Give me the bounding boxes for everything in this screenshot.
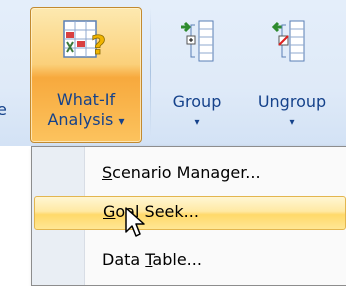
svg-text:?: ? xyxy=(91,31,106,61)
menu-item-label: Scenario Manager... xyxy=(102,163,261,182)
partial-label: e xyxy=(0,100,7,119)
group-button[interactable]: Group ▾ xyxy=(155,7,239,143)
what-if-analysis-button[interactable]: ? What-If Analysis ▾ xyxy=(30,7,142,143)
what-if-label-line2: Analysis ▾ xyxy=(47,110,125,129)
what-if-analysis-icon: ? xyxy=(63,20,106,61)
what-if-analysis-menu: Scenario Manager... Goal Seek... Data Ta… xyxy=(31,146,346,286)
mouse-pointer-icon xyxy=(125,207,145,237)
menu-item-goal-seek[interactable]: Goal Seek... xyxy=(34,196,346,230)
menu-item-label: Data Table... xyxy=(102,250,202,269)
ribbon-separator xyxy=(150,8,151,136)
ungroup-label: Ungroup xyxy=(257,92,327,111)
menu-item-data-table[interactable]: Data Table... xyxy=(34,244,346,278)
menu-item-scenario-manager[interactable]: Scenario Manager... xyxy=(34,157,346,191)
group-outline-icon xyxy=(181,20,214,62)
ungroup-outline-icon xyxy=(271,20,305,62)
group-label: Group xyxy=(172,92,222,111)
what-if-label-line1: What-If xyxy=(56,90,116,109)
ribbon-panel: e ? What-If Analysis ▾ Group ▾ Ungroup ▾ xyxy=(0,0,346,146)
dropdown-arrow-icon: ▾ xyxy=(289,117,295,128)
dropdown-arrow-icon: ▾ xyxy=(118,114,125,128)
dropdown-arrow-icon: ▾ xyxy=(194,117,200,128)
ungroup-button[interactable]: Ungroup ▾ xyxy=(240,7,344,143)
menu-item-label: Goal Seek... xyxy=(103,202,199,221)
